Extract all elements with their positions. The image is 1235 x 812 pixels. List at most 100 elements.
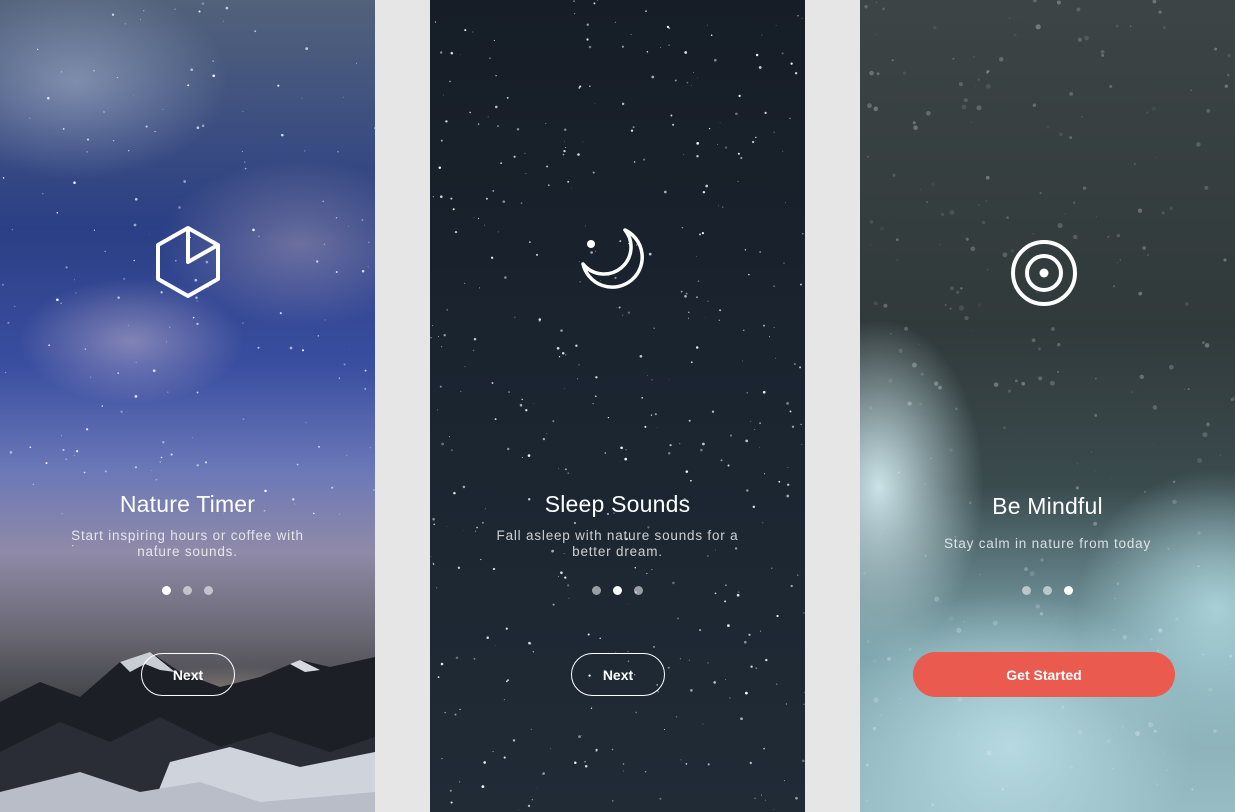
foam-speck [1059, 132, 1063, 137]
star [535, 787, 537, 789]
star [165, 341, 167, 343]
star [588, 45, 592, 49]
star [664, 729, 665, 730]
foam-speck [1226, 73, 1230, 77]
star [622, 314, 624, 316]
star [459, 781, 461, 783]
star [60, 71, 62, 73]
foam-speck [1152, 405, 1158, 410]
foam-speck [1038, 376, 1043, 381]
foam-speck [1057, 343, 1061, 347]
star [802, 759, 805, 763]
star [721, 206, 724, 208]
star [331, 486, 334, 489]
star [531, 799, 533, 801]
page-dot-2 [183, 586, 192, 595]
star [717, 143, 718, 145]
star [560, 329, 563, 332]
star [505, 680, 508, 683]
foam-speck [1129, 25, 1132, 28]
page-dot-3 [634, 586, 643, 595]
foam-speck [1138, 291, 1143, 296]
star [742, 329, 745, 332]
star [73, 279, 75, 281]
star [764, 111, 767, 114]
star [573, 521, 577, 525]
foam-speck [1057, 370, 1060, 373]
star [625, 449, 627, 451]
star [783, 780, 785, 782]
star [564, 354, 567, 356]
star [155, 478, 158, 481]
star [644, 771, 647, 773]
get-started-button[interactable]: Get Started [913, 652, 1175, 697]
star [758, 66, 762, 69]
foam-speck [883, 303, 888, 308]
star [738, 94, 741, 98]
foam-speck [986, 750, 992, 756]
foam-speck [955, 290, 960, 295]
star [685, 470, 689, 473]
star [657, 427, 658, 428]
star [690, 689, 693, 692]
star [685, 763, 688, 765]
next-button[interactable]: Next [141, 653, 235, 696]
star [159, 461, 162, 463]
star [755, 53, 759, 57]
star [60, 302, 62, 305]
star [762, 522, 764, 524]
foam-speck [1191, 788, 1194, 791]
page-indicator [860, 586, 1235, 595]
next-button[interactable]: Next [571, 653, 665, 696]
foam-speck [941, 212, 945, 216]
star [527, 804, 531, 808]
star [174, 8, 176, 10]
star [304, 150, 306, 152]
foam-speck [1196, 142, 1201, 147]
star [787, 467, 789, 469]
screen-subtitle: Fall asleep with nature sounds for a bet… [496, 528, 739, 559]
star [281, 133, 284, 137]
star [454, 230, 458, 234]
star [737, 152, 740, 155]
star [696, 154, 699, 158]
star [73, 181, 76, 184]
star [134, 466, 138, 469]
star [557, 575, 559, 577]
onboarding-screen-nature-timer: Nature Timer Start inspiring hours or co… [0, 0, 375, 812]
star [120, 410, 123, 413]
foam-speck [1139, 374, 1145, 380]
star [592, 171, 595, 174]
foam-speck [882, 423, 884, 425]
star [578, 735, 581, 738]
star [4, 371, 7, 374]
foam-speck [982, 220, 986, 225]
foam-speck [872, 726, 877, 731]
star [711, 410, 715, 413]
star [518, 808, 520, 810]
star [614, 21, 617, 23]
star [575, 344, 578, 347]
star [516, 128, 520, 131]
star [317, 335, 319, 337]
foam-speck [1151, 106, 1156, 111]
star [241, 150, 243, 152]
star [1, 283, 4, 286]
star [507, 679, 509, 681]
star [364, 388, 366, 390]
star [167, 391, 169, 393]
foam-speck [1224, 84, 1228, 88]
foam-speck [1084, 35, 1089, 41]
star [790, 62, 793, 65]
star [460, 53, 461, 55]
star [187, 84, 190, 87]
foam-speck [1055, 616, 1057, 618]
foam-speck [993, 382, 999, 387]
foam-speck [891, 59, 894, 62]
star [301, 97, 303, 99]
star [527, 454, 531, 457]
star [56, 298, 59, 302]
foam-speck [918, 343, 920, 345]
star [697, 77, 698, 79]
foam-speck [964, 316, 969, 321]
